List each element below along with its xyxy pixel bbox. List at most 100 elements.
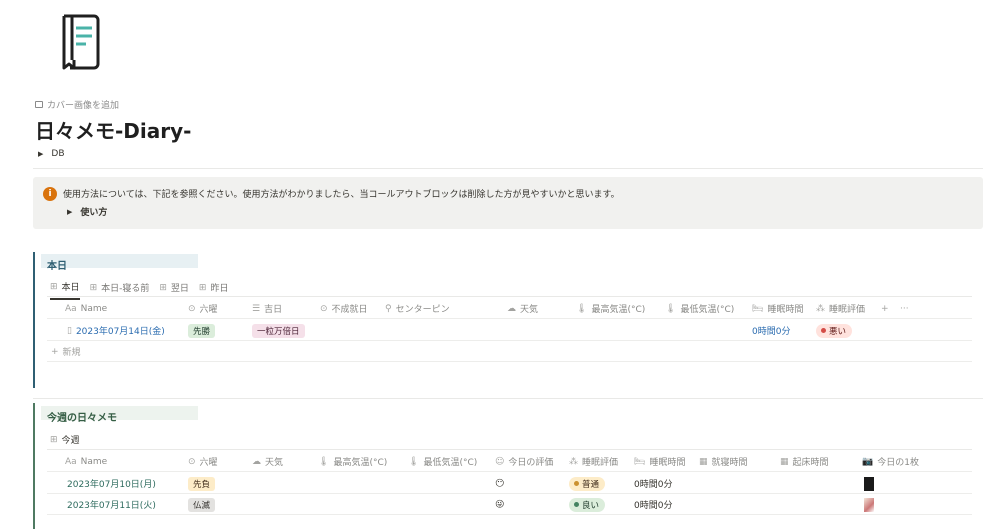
bed-icon: 🛏	[634, 456, 646, 467]
weather-icon: ☁	[252, 456, 261, 467]
column-label: 最高気温(°C)	[591, 305, 646, 315]
plus-icon: +	[51, 346, 59, 357]
today-table-header: Aa Name ⊙ 六曜 ☰ 吉日 ⊙ 不成就日 ⚲ センターピン ☁ 天気 🌡 最高気温(°…	[47, 298, 972, 319]
column-sleep-eval[interactable]: ⁂ 睡眠評価	[816, 298, 865, 319]
sleep-time-cell[interactable]: 0時間0分	[752, 320, 790, 341]
today-eval-cell[interactable]: 😶	[495, 473, 504, 494]
column-sleep-eval[interactable]: ⁂ 睡眠評価	[569, 451, 618, 472]
photo-cell[interactable]	[864, 494, 874, 515]
toggle-triangle-icon[interactable]: ▶	[38, 150, 43, 158]
tab-divider	[47, 449, 972, 450]
row-name[interactable]: 2023年07月11日(火)	[67, 494, 156, 515]
add-column-button[interactable]: +	[881, 298, 889, 319]
column-min-temp[interactable]: 🌡 最低気温(°C)	[665, 298, 734, 319]
page-title[interactable]: 日々メモ-Diary-	[35, 115, 191, 144]
list-icon: ☰	[252, 303, 261, 314]
loading-icon: ⁂	[816, 303, 825, 314]
table-icon: ⊞	[159, 282, 167, 293]
new-row-button[interactable]: + 新規	[47, 341, 972, 362]
column-centerpin[interactable]: ⚲ センターピン	[385, 298, 450, 319]
status-dot	[574, 502, 579, 507]
column-rokuyo[interactable]: ⊙ 六曜	[188, 451, 218, 472]
sleep-eval-cell[interactable]: 悪い	[816, 320, 853, 341]
table-row[interactable]: 2023年07月11日(火) 仏滅 😜 良い 0時間0分	[47, 494, 972, 515]
week-section-title: 今週の日々メモ	[41, 406, 198, 424]
rokuyo-tag: 先負	[188, 476, 216, 491]
tab-today[interactable]: ⊞ 本日	[50, 280, 80, 300]
column-weather[interactable]: ☁ 天気	[252, 451, 283, 472]
row-name[interactable]: 2023年07月10日(月)	[67, 473, 156, 494]
db-toggle[interactable]: ▶ DB	[38, 149, 65, 159]
column-label: 今日の評価	[508, 458, 554, 468]
toggle-triangle-icon[interactable]: ▶	[67, 208, 72, 216]
notebook-icon	[62, 14, 100, 70]
sleep-eval-cell[interactable]: 普通	[569, 473, 606, 494]
column-max-temp[interactable]: 🌡 最高気温(°C)	[576, 298, 645, 319]
calendar-icon: ▦	[699, 456, 708, 467]
column-max-temp[interactable]: 🌡 最高気温(°C)	[318, 451, 387, 472]
select-icon: ⊙	[188, 303, 196, 314]
column-sleep-time[interactable]: 🛏 睡眠時間	[752, 298, 803, 319]
plus-icon: +	[881, 303, 889, 314]
column-name[interactable]: Aa Name	[65, 298, 107, 319]
sleep-eval-cell[interactable]: 良い	[569, 494, 606, 515]
sleep-eval-label: 悪い	[829, 326, 847, 337]
column-rokuyo[interactable]: ⊙ 六曜	[188, 298, 218, 319]
column-today-eval[interactable]: ☺ 今日の評価	[495, 451, 553, 472]
sleep-eval-label: 良い	[582, 500, 600, 511]
column-label: 就寝時間	[711, 458, 748, 468]
column-label: 最高気温(°C)	[333, 458, 388, 468]
kichijitsu-cell[interactable]: 一粒万倍日	[252, 320, 305, 341]
usage-toggle[interactable]: ▶ 使い方	[67, 205, 107, 219]
sleep-time-value: 0時間0分	[634, 501, 673, 511]
column-kichijitsu[interactable]: ☰ 吉日	[252, 298, 282, 319]
today-eval-cell[interactable]: 😜	[495, 494, 504, 515]
rokuyo-cell[interactable]: 先勝	[188, 320, 216, 341]
thermometer-icon: 🌡	[318, 456, 330, 467]
rokuyo-cell[interactable]: 仏滅	[188, 494, 216, 515]
today-view-tabs: ⊞ 本日 ⊞ 本日-寝る前 ⊞ 翌日 ⊞ 昨日	[50, 280, 228, 300]
new-row[interactable]: + 新規	[51, 341, 81, 362]
column-sleep-time[interactable]: 🛏 睡眠時間	[634, 451, 685, 472]
table-icon: ⊞	[198, 282, 207, 293]
row-name-label: 2023年07月11日(火)	[67, 501, 156, 511]
add-cover-button[interactable]: カバー画像を追加	[35, 98, 119, 111]
photo-thumbnail[interactable]	[864, 476, 874, 491]
column-label: 今日の1枚	[877, 458, 919, 468]
week-table-header: Aa Name ⊙ 六曜 ☁ 天気 🌡 最高気温(°C) 🌡 最低気温(°C) ☺ 今日の評…	[47, 451, 972, 472]
rokuyo-cell[interactable]: 先負	[188, 473, 216, 494]
photo-thumbnail[interactable]	[864, 497, 874, 512]
thermometer-icon: 🌡	[665, 303, 677, 314]
column-wake-time[interactable]: ▦ 起床時間	[780, 451, 829, 472]
camera-icon: 📷	[862, 456, 874, 467]
callout-block[interactable]: i 使用方法については、下記を参照ください。使用方法がわかりましたら、当コールア…	[33, 177, 983, 229]
table-row[interactable]: ▯ 2023年07月14日(金) 先勝 一粒万倍日 0時間0分 悪い	[47, 320, 972, 341]
more-icon: ···	[900, 303, 909, 314]
thermometer-icon: 🌡	[408, 456, 420, 467]
select-icon: ⊙	[188, 456, 196, 467]
sleep-time-cell[interactable]: 0時間0分	[634, 494, 672, 515]
row-name[interactable]: ▯ 2023年07月14日(金)	[67, 320, 165, 341]
text-icon: Aa	[65, 303, 77, 314]
info-icon: i	[43, 187, 57, 201]
table-icon: ⊞	[50, 281, 58, 292]
column-weather[interactable]: ☁ 天気	[507, 298, 538, 319]
today-section-title: 本日	[41, 254, 198, 272]
column-label: 最低気温(°C)	[680, 305, 735, 315]
column-min-temp[interactable]: 🌡 最低気温(°C)	[408, 451, 477, 472]
more-options-button[interactable]: ···	[900, 298, 909, 319]
column-name[interactable]: Aa Name	[65, 451, 107, 472]
table-row[interactable]: 2023年07月10日(月) 先負 😶 普通 0時間0分	[47, 473, 972, 494]
thermometer-icon: 🌡	[576, 303, 588, 314]
photo-cell[interactable]	[864, 473, 874, 494]
column-label: Name	[80, 303, 108, 314]
column-photo[interactable]: 📷 今日の1枚	[862, 451, 919, 472]
column-label: 天気	[265, 458, 284, 468]
callout-text: 使用方法については、下記を参照ください。使用方法がわかりましたら、当コールアウト…	[63, 190, 620, 200]
sleep-time-cell[interactable]: 0時間0分	[634, 473, 672, 494]
column-fujoju[interactable]: ⊙ 不成就日	[320, 298, 368, 319]
calendar-icon: ▦	[780, 456, 789, 467]
sleep-eval-pill: 普通	[569, 476, 606, 491]
column-bedtime[interactable]: ▦ 就寝時間	[699, 451, 748, 472]
row-name-label: 2023年07月10日(月)	[67, 480, 156, 490]
